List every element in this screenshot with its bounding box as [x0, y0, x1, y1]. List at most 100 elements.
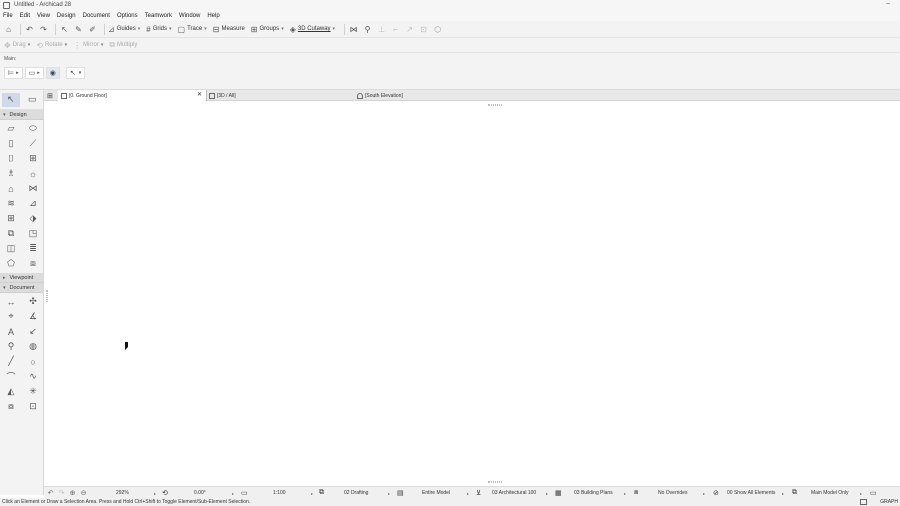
home-icon[interactable]: ⌂ — [3, 24, 14, 35]
ceiling-tool-icon[interactable]: ≣ — [22, 241, 44, 256]
design-option-field[interactable]: Main Model Only — [811, 489, 849, 497]
model-view-field[interactable]: Entire Model — [422, 489, 450, 497]
roof-tool-icon[interactable]: ⌂ — [0, 181, 22, 196]
radial-dimension-tool-icon[interactable]: ✣ — [22, 294, 44, 309]
fill-tool-icon[interactable]: ◭ — [0, 384, 22, 399]
arrow-tool-dropdown[interactable]: ↖ ▾ — [65, 67, 86, 79]
corner-icon[interactable]: ⌐ — [390, 24, 401, 35]
tab-ground-floor[interactable]: [0. Ground Floor] — [58, 90, 206, 101]
layer-set-field[interactable]: 03 Building Plans — [574, 489, 613, 497]
zoom-field[interactable]: 292% — [116, 489, 156, 497]
drag-button[interactable]: ✥ Drag ▾ — [4, 41, 30, 50]
angle-field[interactable]: 0.00° — [194, 489, 206, 497]
guides-button[interactable]: ⊿ Guides ▾ — [108, 25, 140, 34]
menu-edit[interactable]: Edit — [20, 13, 30, 19]
equipment-tool-icon[interactable]: ⧈ — [22, 256, 44, 271]
menu-document[interactable]: Document — [83, 13, 110, 19]
rotate-button[interactable]: ⟲ Rotate ▾ — [36, 41, 67, 50]
selection-method-dropdown[interactable]: ⊨ ▸ — [4, 67, 23, 79]
line-tool-icon[interactable]: ╱ — [0, 354, 22, 369]
overrides-dropdown[interactable]: ▸ — [700, 489, 705, 497]
opening-tool-icon[interactable]: ⬠ — [0, 256, 22, 271]
toolbox-group-viewpoint[interactable]: ▸ Viewpoint — [0, 273, 43, 283]
grid-snap-icon[interactable]: ⊡ — [418, 24, 429, 35]
top-resize-grip[interactable] — [488, 104, 502, 106]
polyline-tool-icon[interactable]: ⌒ — [0, 369, 22, 384]
spline-tool-icon[interactable]: ∿ — [22, 369, 44, 384]
layer-combo-field[interactable]: 02 Drafting — [344, 489, 368, 497]
circle-tool-icon[interactable]: ○ — [22, 354, 44, 369]
zoom-dropdown[interactable]: ▸ — [151, 489, 156, 497]
door-tool-icon[interactable]: ⌷ — [0, 151, 22, 166]
measure-button[interactable]: ⊟ Measure — [213, 25, 245, 34]
stair-tool-icon[interactable]: ⬗ — [22, 211, 44, 226]
menu-window[interactable]: Window — [179, 13, 200, 19]
arrow-tool-icon[interactable]: ↖ — [1, 92, 20, 107]
angle-dropdown[interactable]: ▸ — [229, 489, 234, 497]
eyedropper-icon[interactable]: ✐ — [87, 24, 98, 35]
lamp-tool-icon[interactable]: ☼ — [22, 166, 44, 181]
magic-wand-icon[interactable]: ⚲ — [362, 24, 373, 35]
shape-icon[interactable]: ⬡ — [432, 24, 443, 35]
curve-icon[interactable]: ↗ — [404, 24, 415, 35]
figure-tool-icon[interactable]: ◍ — [22, 339, 44, 354]
minimize-button[interactable]: – — [886, 0, 890, 7]
object-tool-icon[interactable]: ♗ — [0, 166, 22, 181]
angle-dimension-tool-icon[interactable]: ∡ — [22, 309, 44, 324]
bottom-resize-grip[interactable] — [488, 481, 502, 483]
overrides-field[interactable]: No Overrides — [658, 489, 687, 497]
tab-south-elevation[interactable]: [South Elevation] — [354, 90, 504, 101]
layout-icon[interactable]: ▭ — [870, 489, 877, 497]
undo-icon[interactable]: ↶ — [24, 24, 35, 35]
morph-tool-icon[interactable]: ◳ — [22, 226, 44, 241]
level-dimension-tool-icon[interactable]: ⌖ — [0, 309, 22, 324]
renovation-field[interactable]: 00 Show All Elements — [727, 489, 775, 497]
pen-icon[interactable]: ✎ — [73, 24, 84, 35]
pointer-icon[interactable]: ↖ — [59, 24, 70, 35]
menu-design[interactable]: Design — [57, 13, 76, 19]
label-tool-icon[interactable]: ↙ — [22, 324, 44, 339]
slab-tool-icon[interactable]: ≋ — [0, 196, 22, 211]
redo-icon[interactable]: ↷ — [38, 24, 49, 35]
drawing-canvas[interactable] — [45, 101, 900, 486]
quick-selection-toggle[interactable]: ◉ — [45, 67, 60, 79]
selection-shape-dropdown[interactable]: ▭ ▸ — [24, 67, 44, 79]
groups-button[interactable]: ⊞ Groups ▾ — [251, 25, 284, 34]
left-resize-grip[interactable] — [46, 290, 48, 302]
tab-overview[interactable]: ⊞ — [44, 90, 58, 101]
menu-view[interactable]: View — [37, 13, 50, 19]
scale-field[interactable]: 1:100 — [273, 489, 286, 497]
spot-tool-icon[interactable]: ⚲ — [0, 339, 22, 354]
renovation-dropdown[interactable]: ▸ — [779, 489, 784, 497]
camera-tool-icon[interactable]: ⊡ — [22, 399, 44, 414]
column-tool-icon[interactable]: ▯ — [0, 136, 22, 151]
beam-tool-icon[interactable]: ⟋ — [22, 136, 44, 151]
tab-3d-all[interactable]: [3D / All] — [206, 90, 354, 101]
cutaway-button[interactable]: ◈ 3D Cutaway ▾ — [290, 25, 335, 34]
toolbox-group-design[interactable]: ▾ Design — [0, 110, 43, 120]
mvo-dropdown[interactable]: ▸ — [543, 489, 548, 497]
rotate-view-icon[interactable]: ⟲ — [162, 489, 168, 497]
undo-view-icon[interactable]: ↶ — [46, 489, 55, 497]
wall-tool-icon[interactable]: ▱ — [0, 121, 22, 136]
zoom-out-icon[interactable]: ⊖ — [79, 489, 88, 497]
mesh-tool-icon[interactable]: ⊞ — [0, 211, 22, 226]
close-tab-icon[interactable]: ✕ — [197, 91, 202, 98]
multiply-button[interactable]: ⧉ Multiply — [109, 40, 137, 50]
dimension-tool-icon[interactable]: ↔ — [0, 294, 22, 309]
scale-dropdown[interactable]: ▸ — [308, 489, 313, 497]
layer-combo-dropdown[interactable]: ▸ — [385, 489, 390, 497]
menu-help[interactable]: Help — [207, 13, 219, 19]
mirror-button[interactable]: ⋮ Mirror ▾ — [73, 41, 103, 50]
shell-tool-icon[interactable]: ⋈ — [22, 181, 44, 196]
orthogonal-icon[interactable]: ⊥ — [376, 24, 387, 35]
railing-tool-icon[interactable]: ⧉ — [0, 226, 22, 241]
zone-tool-icon[interactable]: ◫ — [0, 241, 22, 256]
redo-view-icon[interactable]: ↷ — [57, 489, 66, 497]
menu-teamwork[interactable]: Teamwork — [145, 13, 172, 19]
marquee-tool-icon[interactable]: ▭ — [23, 93, 41, 107]
layer-set-dropdown[interactable]: ▸ — [621, 489, 626, 497]
toolbox-group-document[interactable]: ▾ Document — [0, 283, 43, 293]
text-tool-icon[interactable]: A — [0, 324, 22, 339]
curtain-wall-tool-icon[interactable]: ⬭ — [22, 121, 44, 136]
